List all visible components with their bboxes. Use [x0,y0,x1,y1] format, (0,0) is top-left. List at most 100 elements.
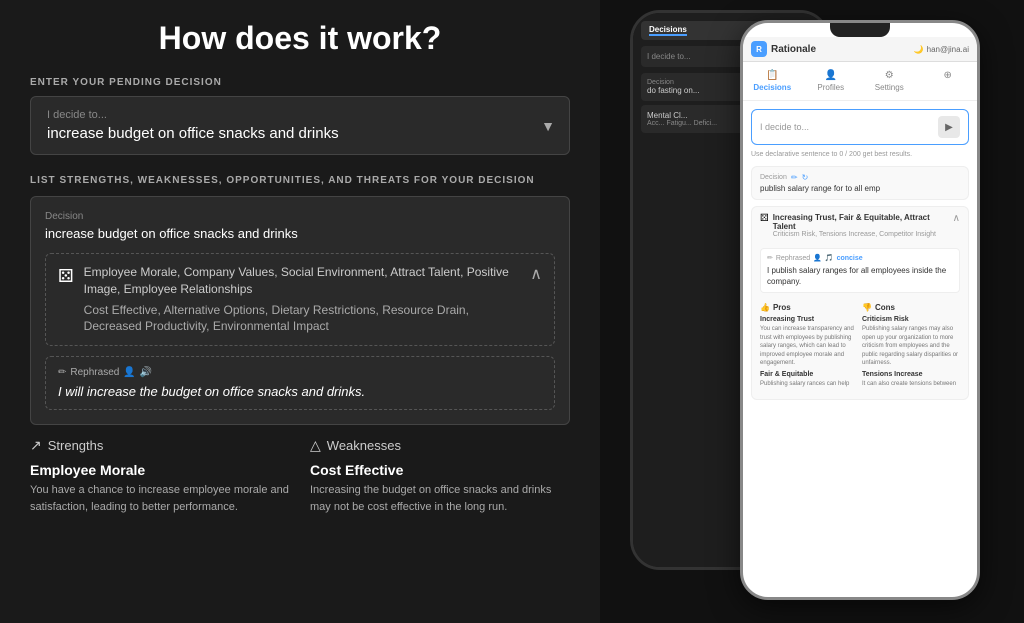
weaknesses-column: △ Weaknesses Cost Effective Increasing t… [310,437,570,515]
left-panel: How does it work? ENTER YOUR PENDING DEC… [0,0,600,623]
phone-nav-settings[interactable]: ⚙ Settings [860,66,919,96]
phone-navigation: 📋 Decisions 👤 Profiles ⚙ Settings ⊕ [743,62,977,101]
weaknesses-item-desc: Increasing the budget on office snacks a… [310,482,570,515]
phone-cons-column: 👎 Cons Criticism Risk Publishing salary … [862,303,960,392]
profiles-nav-label: Profiles [817,83,844,92]
phone-pros-column: 👍 Pros Increasing Trust You can increase… [760,303,858,392]
rephrased-header: ✏ Rephrased 👤 🔊 [58,367,542,378]
pros-item-2-title: Fair & Equitable [760,371,858,378]
pros-item-1-title: Increasing Trust [760,316,858,323]
phone-back-decisions-tab: Decisions [649,25,687,36]
profiles-nav-icon: 👤 [825,70,837,81]
cons-item-2: Tensions Increase It can also create ten… [862,371,960,388]
decisions-nav-icon: 📋 [766,70,778,81]
phone-front-mockup: R Rationale 🌙 han@jina.ai 📋 Decisions 👤 … [740,20,980,600]
analysis-icon: ⚄ [58,266,74,287]
phone-decision-label: Decision ✏ ↻ [760,173,960,182]
settings-nav-label: Settings [875,83,904,92]
audio-icon: 🔊 [140,367,152,378]
input-placeholder: I decide to... [47,109,553,121]
pros-tags: Employee Morale, Company Values, Social … [84,264,521,298]
strengths-weaknesses-section: ↗ Strengths Employee Morale You have a c… [30,437,570,515]
swot-label: LIST STRENGTHS, WEAKNESSES, OPPORTUNITIE… [30,175,570,186]
rephrased-text: I will increase the budget on office sna… [58,384,542,399]
user-icon: 👤 [123,367,135,378]
logo-text: Rationale [771,44,816,55]
strengths-item-title: Employee Morale [30,462,290,478]
decisions-nav-label: Decisions [753,83,791,92]
strengths-item-desc: You have a chance to increase employee m… [30,482,290,515]
user-email: han@jina.ai [927,45,969,54]
thumbs-up-icon: 👍 [760,303,770,312]
phone-pros-cons: 👍 Pros Increasing Trust You can increase… [752,297,968,398]
pros-item-1-desc: You can increase transparency and trust … [760,325,858,367]
decision-input-box[interactable]: I decide to... increase budget on office… [30,96,570,155]
strengths-label: Strengths [48,438,104,453]
strengths-icon: ↗ [30,437,42,454]
phone-analysis-card[interactable]: ⚄ Increasing Trust, Fair & Equitable, At… [751,206,969,400]
swot-analysis-row[interactable]: ⚄ Employee Morale, Company Values, Socia… [45,253,555,346]
phone-nav-decisions[interactable]: 📋 Decisions [743,66,802,96]
pros-item-2-desc: Publishing salary rances can help [760,380,858,388]
phone-audio-icon: 🎵 [825,254,834,262]
phone-rephrased-badge: ✏ Rephrased 👤 🎵 concise [767,254,953,262]
phone-input-placeholder: I decide to... [760,122,809,132]
thumbs-down-icon: 👎 [862,303,872,312]
phone-logo: R Rationale [751,41,816,57]
phone-nav-profiles[interactable]: 👤 Profiles [802,66,861,96]
phone-rephrased-box: ✏ Rephrased 👤 🎵 concise I publish salary… [760,248,960,293]
phone-edit-icon[interactable]: ✏ [791,173,798,182]
chevron-up-icon: ∧ [530,264,542,284]
rephrased-box: ✏ Rephrased 👤 🔊 I will increase the budg… [45,356,555,410]
cons-tags: Cost Effective, Alternative Options, Die… [84,302,521,336]
extra-nav-icon: ⊕ [944,70,952,81]
pros-header: 👍 Pros [760,303,858,312]
pros-item-2: Fair & Equitable Publishing salary rance… [760,371,858,388]
analysis-title: Increasing Trust, Fair & Equitable, Attr… [773,213,949,231]
swot-card: Decision increase budget on office snack… [30,196,570,425]
phone-pencil-icon: ✏ [767,254,773,262]
cons-item-1: Criticism Risk Publishing salary ranges … [862,316,960,367]
weaknesses-icon: △ [310,437,321,454]
phone-rephrased-text: I publish salary ranges for all employee… [767,265,953,287]
cons-item-2-desc: It can also create tensions between [862,380,960,388]
right-panel: Decisions I decide to... Decision do fas… [600,0,1024,623]
concise-badge: concise [837,255,863,262]
analysis-text: Increasing Trust, Fair & Equitable, Attr… [773,213,949,238]
settings-nav-icon: ⚙ [885,70,894,81]
phone-send-button[interactable]: ▶ [938,116,960,138]
analysis-subtitle: Criticism Risk, Tensions Increase, Compe… [773,231,949,238]
moon-icon: 🌙 [914,45,924,54]
analysis-icon: ⚄ [760,213,769,224]
strengths-header: ↗ Strengths [30,437,290,454]
card-decision-label: Decision [45,211,555,222]
enter-decision-label: ENTER YOUR PENDING DECISION [30,77,570,88]
weaknesses-header: △ Weaknesses [310,437,570,454]
phone-refresh-icon[interactable]: ↻ [802,173,809,182]
pros-item-1: Increasing Trust You can increase transp… [760,316,858,367]
phone-content: I decide to... ▶ Use declarative sentenc… [743,101,977,595]
page-title: How does it work? [30,20,570,57]
strengths-column: ↗ Strengths Employee Morale You have a c… [30,437,290,515]
rephrased-badge: ✏ Rephrased 👤 🔊 [58,367,152,378]
pencil-icon: ✏ [58,367,66,378]
cons-item-2-title: Tensions Increase [862,371,960,378]
cons-header: 👎 Cons [862,303,960,312]
phone-notch [830,23,890,37]
phone-decision-value: publish salary range for to all emp [760,184,960,193]
phone-input-area[interactable]: I decide to... ▶ [751,109,969,145]
analysis-chevron-icon: ∧ [953,213,960,224]
weaknesses-item-title: Cost Effective [310,462,570,478]
swot-tags: Employee Morale, Company Values, Social … [84,264,521,335]
phone-topbar: R Rationale 🌙 han@jina.ai [743,37,977,62]
weaknesses-label: Weaknesses [327,438,401,453]
logo-icon: R [751,41,767,57]
phone-analysis-header: ⚄ Increasing Trust, Fair & Equitable, At… [752,207,968,244]
phone-hint: Use declarative sentence to 0 / 200 get … [751,151,969,158]
phone-user-icon: 👤 [813,254,822,262]
phone-decision-card: Decision ✏ ↻ publish salary range for to… [751,166,969,200]
dropdown-arrow-icon: ▼ [541,118,555,134]
cons-item-1-desc: Publishing salary ranges may also open u… [862,325,960,367]
phone-nav-extra[interactable]: ⊕ [919,66,978,96]
cons-item-1-title: Criticism Risk [862,316,960,323]
